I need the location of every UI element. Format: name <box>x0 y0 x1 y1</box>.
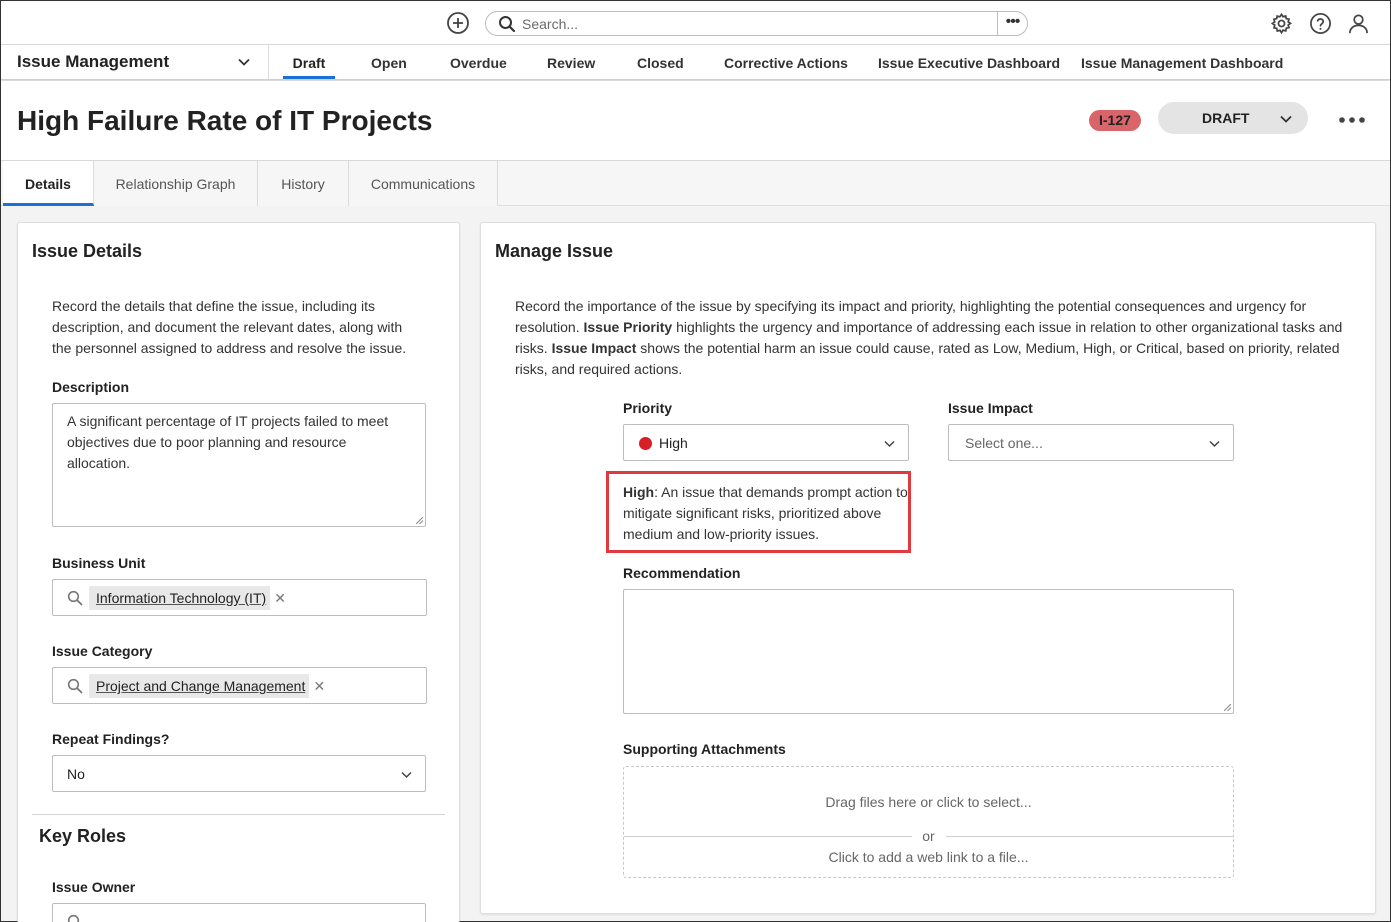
search-icon <box>67 590 83 606</box>
description-value: A significant percentage of IT projects … <box>67 413 389 471</box>
resize-handle-icon[interactable] <box>1224 704 1231 711</box>
app-name: Issue Management <box>17 52 170 71</box>
description-label: Description <box>52 379 130 395</box>
manage-issue-title: Manage Issue <box>495 241 614 261</box>
top-bar: ••• <box>1 1 1390 45</box>
business-unit-field[interactable]: Information Technology (IT) ✕ <box>52 579 427 616</box>
nav-tab-issue-management-dashboard[interactable]: Issue Management Dashboard <box>1081 45 1283 79</box>
chevron-down-icon <box>884 440 895 448</box>
issue-category-chip: Project and Change Management ✕ <box>89 674 330 698</box>
dropzone-or: or <box>922 828 935 844</box>
page-title: High Failure Rate of IT Projects <box>17 105 433 136</box>
key-roles-title: Key Roles <box>39 826 127 846</box>
issue-impact-select[interactable]: Select one... <box>948 424 1234 461</box>
nav-tab-corrective-actions[interactable]: Corrective Actions <box>724 45 848 79</box>
section-divider <box>32 814 445 815</box>
description-field[interactable]: A significant percentage of IT projects … <box>52 403 426 527</box>
repeat-findings-value: No <box>67 766 85 782</box>
chevron-down-icon <box>1280 115 1292 123</box>
nav-tab-closed[interactable]: Closed <box>637 45 684 79</box>
workflow-state-label: DRAFT <box>1202 110 1250 126</box>
gear-icon[interactable] <box>1270 12 1293 35</box>
issue-category-value[interactable]: Project and Change Management <box>96 678 305 694</box>
priority-help-text: High: An issue that demands prompt actio… <box>623 484 908 542</box>
record-header: High Failure Rate of IT Projects I-127 D… <box>1 81 1390 161</box>
add-circle-icon[interactable] <box>446 11 470 35</box>
attachments-dropzone[interactable]: Drag files here or click to select... or… <box>623 766 1234 878</box>
chevron-down-icon <box>1209 440 1220 448</box>
recommendation-label: Recommendation <box>623 565 741 581</box>
issue-owner-label: Issue Owner <box>52 879 136 895</box>
dropzone-text[interactable]: Drag files here or click to select... <box>624 794 1233 810</box>
help-icon[interactable] <box>1309 12 1332 35</box>
manage-issue-description: Record the importance of the issue by sp… <box>515 298 1343 377</box>
nav-tab-draft[interactable]: Draft <box>283 45 335 79</box>
nav-tab-overdue[interactable]: Overdue <box>450 45 507 79</box>
tab-history[interactable]: History <box>258 161 349 206</box>
search-options-icon[interactable]: ••• <box>997 12 1027 35</box>
record-tabs: Details Relationship Graph History Commu… <box>1 161 1390 206</box>
nav-tab-review[interactable]: Review <box>547 45 595 79</box>
nav-tab-open[interactable]: Open <box>371 45 407 79</box>
global-search: ••• <box>485 11 1028 36</box>
tab-communications[interactable]: Communications <box>349 161 498 206</box>
recommendation-field[interactable] <box>623 589 1234 714</box>
app-selector[interactable]: Issue Management <box>1 45 269 79</box>
nav-tab-issue-executive-dashboard[interactable]: Issue Executive Dashboard <box>878 45 1060 79</box>
issue-impact-label: Issue Impact <box>948 400 1033 416</box>
chevron-down-icon <box>401 771 412 779</box>
repeat-findings-select[interactable]: No <box>52 755 426 792</box>
issue-details-title: Issue Details <box>32 241 143 261</box>
remove-icon[interactable]: ✕ <box>270 586 291 610</box>
tab-relationship-graph[interactable]: Relationship Graph <box>94 161 258 206</box>
search-icon <box>499 16 516 33</box>
priority-color-dot <box>639 437 652 450</box>
business-unit-chip: Information Technology (IT) ✕ <box>89 586 291 610</box>
record-id-badge: I-127 <box>1089 110 1141 131</box>
search-icon <box>67 914 80 922</box>
remove-icon[interactable]: ✕ <box>309 674 330 698</box>
business-unit-value[interactable]: Information Technology (IT) <box>96 590 266 606</box>
issue-owner-field[interactable] <box>52 903 426 922</box>
workflow-state-button[interactable]: DRAFT <box>1158 102 1308 134</box>
search-icon <box>67 678 83 694</box>
supporting-attachments-label: Supporting Attachments <box>623 741 786 757</box>
search-input[interactable] <box>522 14 992 33</box>
chevron-down-icon <box>238 58 250 66</box>
priority-label: Priority <box>623 400 673 416</box>
issue-category-field[interactable]: Project and Change Management ✕ <box>52 667 427 704</box>
business-unit-label: Business Unit <box>52 555 146 571</box>
more-options-icon[interactable] <box>1337 110 1367 130</box>
issue-category-label: Issue Category <box>52 643 153 659</box>
priority-select[interactable]: High <box>623 424 909 461</box>
tab-details[interactable]: Details <box>3 161 94 206</box>
priority-value: High <box>659 435 688 451</box>
issue-impact-placeholder: Select one... <box>965 435 1043 451</box>
repeat-findings-label: Repeat Findings? <box>52 731 170 747</box>
issue-details-description: Record the details that define the issue… <box>52 298 407 356</box>
app-nav-bar: Issue Management Draft Open Overdue Revi… <box>1 45 1390 80</box>
resize-handle-icon[interactable] <box>416 517 423 524</box>
user-icon[interactable] <box>1347 12 1370 35</box>
add-web-link-button[interactable]: Click to add a web link to a file... <box>624 849 1233 865</box>
